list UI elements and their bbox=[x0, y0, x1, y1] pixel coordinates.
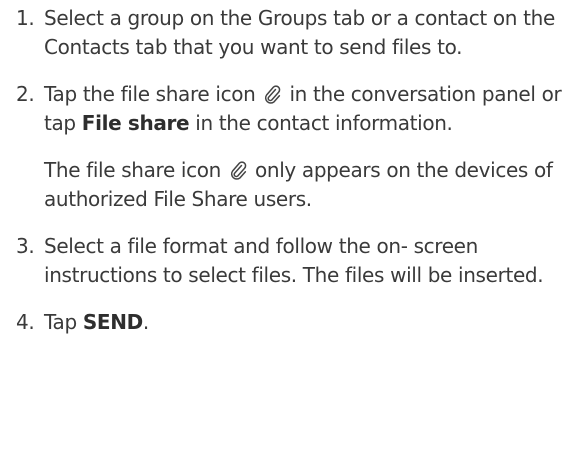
step-text: Tap bbox=[44, 310, 77, 334]
send-label: SEND bbox=[82, 310, 143, 334]
step-number: 3. bbox=[16, 234, 35, 258]
paperclip-icon bbox=[229, 159, 247, 181]
step-text: Select a file format and follow the on- … bbox=[44, 234, 544, 287]
step-text: Tap the file share icon bbox=[44, 82, 256, 106]
step-number: 4. bbox=[16, 310, 35, 334]
file-share-label: File share bbox=[81, 111, 190, 135]
step-note: The file share icon only appears on the … bbox=[44, 156, 571, 214]
step-text: in the contact information. bbox=[195, 111, 453, 135]
step-3: 3. Select a file format and follow the o… bbox=[8, 232, 571, 290]
note-text: The file share icon bbox=[44, 158, 221, 182]
paperclip-icon bbox=[263, 83, 281, 105]
step-number: 1. bbox=[16, 6, 35, 30]
step-number: 2. bbox=[16, 82, 35, 106]
step-4: 4. Tap SEND. bbox=[8, 308, 571, 337]
instructions-document: 1. Select a group on the Groups tab or a… bbox=[0, 0, 579, 467]
step-1: 1. Select a group on the Groups tab or a… bbox=[8, 4, 571, 62]
step-text: . bbox=[142, 310, 149, 334]
step-text: Select a group on the Groups tab or a co… bbox=[44, 6, 555, 59]
step-2: 2. Tap the file share icon in the conver… bbox=[8, 80, 571, 214]
